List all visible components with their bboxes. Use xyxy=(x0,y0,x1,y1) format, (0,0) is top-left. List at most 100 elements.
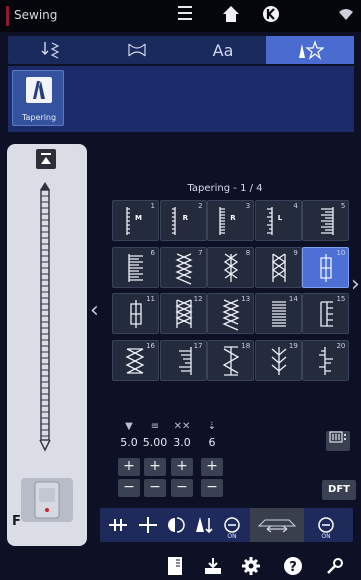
default-button[interactable]: DFT xyxy=(322,480,356,500)
stitch-number: 15 xyxy=(336,295,346,303)
stitch-number: 5 xyxy=(340,202,346,210)
reverse-tool[interactable] xyxy=(190,508,218,542)
mirror-tool[interactable] xyxy=(162,508,190,542)
tapering-icon xyxy=(26,77,52,103)
stitch-button-20[interactable]: 20 xyxy=(302,339,350,381)
stitch-tag: R xyxy=(182,214,188,222)
stitch-button-12[interactable]: 12 xyxy=(159,293,207,334)
stitch-button-19[interactable]: 19 xyxy=(254,339,302,381)
stitch-number: 8 xyxy=(245,248,251,257)
decrease-button[interactable]: − xyxy=(118,479,140,497)
increase-button[interactable]: + xyxy=(118,458,140,476)
sewing-functions-tab[interactable] xyxy=(8,36,94,64)
stitch-number: 20 xyxy=(336,341,346,350)
density-icon: ✕✕ xyxy=(173,421,191,432)
stitch-number: 7 xyxy=(198,248,203,257)
stitch-button-9[interactable]: 9 xyxy=(254,246,302,288)
stitch-tag: L xyxy=(277,214,283,222)
mode-indicator xyxy=(6,6,9,26)
file-icon[interactable] xyxy=(164,555,186,577)
stitch-number: 10 xyxy=(336,248,346,257)
needle-position-tool[interactable] xyxy=(104,508,132,542)
needle-center-tool[interactable] xyxy=(134,508,162,542)
stitch-button-5[interactable]: 5 xyxy=(302,200,350,241)
stitch-number: 18 xyxy=(241,341,251,350)
stitch-number: 14 xyxy=(288,295,298,303)
next-page-arrow[interactable]: › xyxy=(351,272,360,297)
stitch-button-8[interactable]: 8 xyxy=(207,246,255,288)
increase-button[interactable]: + xyxy=(201,458,223,476)
stitch-number: 17 xyxy=(193,341,203,350)
stitch-page-title: Tapering - 1 / 4 xyxy=(187,183,263,194)
increase-button[interactable]: + xyxy=(171,458,193,476)
status-bar: Sewing xyxy=(0,0,361,32)
app-title: Sewing xyxy=(14,8,58,22)
tab-bar: Aa xyxy=(8,36,354,64)
stitch-button-10[interactable]: 10 xyxy=(302,246,350,288)
alphabet-tab-label: Aa xyxy=(212,40,234,60)
stitch-width-icon: ▼ xyxy=(125,421,133,432)
wifi-icon xyxy=(339,9,353,20)
stitch-number: 11 xyxy=(146,295,155,303)
stitch-button-4[interactable]: L4 xyxy=(254,200,302,241)
presser-foot-label: F xyxy=(12,514,21,529)
stitch-number: 6 xyxy=(150,248,155,257)
parameter-value: 3.0 xyxy=(173,436,191,449)
stitch-number: 19 xyxy=(288,341,298,350)
stitch-button-16[interactable]: 16 xyxy=(112,339,159,381)
stitch-button-14[interactable]: 14 xyxy=(254,293,302,334)
home-icon[interactable] xyxy=(222,5,240,23)
personal-tab[interactable] xyxy=(266,36,354,64)
decorative-stitch-icon xyxy=(128,43,146,57)
stitch-button-1[interactable]: M1 xyxy=(112,200,159,241)
stitch-number: 4 xyxy=(293,202,298,210)
stitch-number: 1 xyxy=(150,202,155,210)
increase-button[interactable]: + xyxy=(144,458,166,476)
stitch-button-15[interactable]: 15 xyxy=(302,293,350,334)
stitch-settings-icon xyxy=(41,42,60,59)
stitch-button-6[interactable]: 6 xyxy=(112,246,159,288)
auto-lock-on-label: ON xyxy=(321,533,331,540)
auto-lock-tool[interactable]: ON xyxy=(312,508,340,542)
help-icon[interactable]: ? xyxy=(282,555,304,577)
stitch-number: 9 xyxy=(293,248,298,257)
tapering-label: Tapering xyxy=(21,113,57,122)
sewing-toolbar: ON ON xyxy=(100,508,353,542)
decrease-button[interactable]: − xyxy=(201,479,223,497)
decrease-button[interactable]: − xyxy=(171,479,193,497)
stitch-button-13[interactable]: 13 xyxy=(207,293,255,334)
single-stitch-tool[interactable]: ON xyxy=(218,508,246,542)
stitch-button-18[interactable]: 18 xyxy=(207,339,255,381)
stitch-menu-tab[interactable] xyxy=(94,36,180,64)
stitch-number: 16 xyxy=(146,341,155,350)
stitch-button-7[interactable]: 7 xyxy=(159,246,207,288)
svg-text:?: ? xyxy=(289,560,297,575)
single-stitch-on-label: ON xyxy=(227,533,237,540)
tools-icon[interactable] xyxy=(324,555,346,577)
parameter-value: 5.00 xyxy=(142,436,168,449)
width-control-tool[interactable] xyxy=(250,508,304,542)
stitch-return-icon[interactable] xyxy=(262,5,280,23)
settings-icon[interactable] xyxy=(240,555,262,577)
parameter-value: 6 xyxy=(208,436,216,449)
stitch-button-3[interactable]: R3 xyxy=(207,200,255,241)
stitch-number: 12 xyxy=(193,295,203,303)
decrease-button[interactable]: − xyxy=(144,479,166,497)
scroll-top-icon[interactable] xyxy=(36,149,56,169)
parameter-value: 5.0 xyxy=(120,436,138,449)
alphabet-tab[interactable]: Aa xyxy=(180,36,266,64)
stitch-button-2[interactable]: R2 xyxy=(159,200,207,241)
submenu-panel: Tapering xyxy=(8,66,354,132)
angle-icon: ⇣ xyxy=(207,421,217,432)
stitch-button-11[interactable]: 11 xyxy=(112,293,159,334)
memory-button[interactable] xyxy=(326,431,350,451)
stitch-number: 2 xyxy=(198,202,203,210)
menu-icon[interactable] xyxy=(178,6,192,20)
presser-foot-image xyxy=(21,478,73,522)
tapering-button[interactable]: Tapering xyxy=(12,70,64,126)
import-icon[interactable] xyxy=(202,555,224,577)
stitch-preview-slider[interactable] xyxy=(38,182,52,452)
previous-page-arrow[interactable]: ‹ xyxy=(90,298,99,323)
stitch-tag: M xyxy=(135,214,142,222)
stitch-button-17[interactable]: 17 xyxy=(159,339,207,381)
